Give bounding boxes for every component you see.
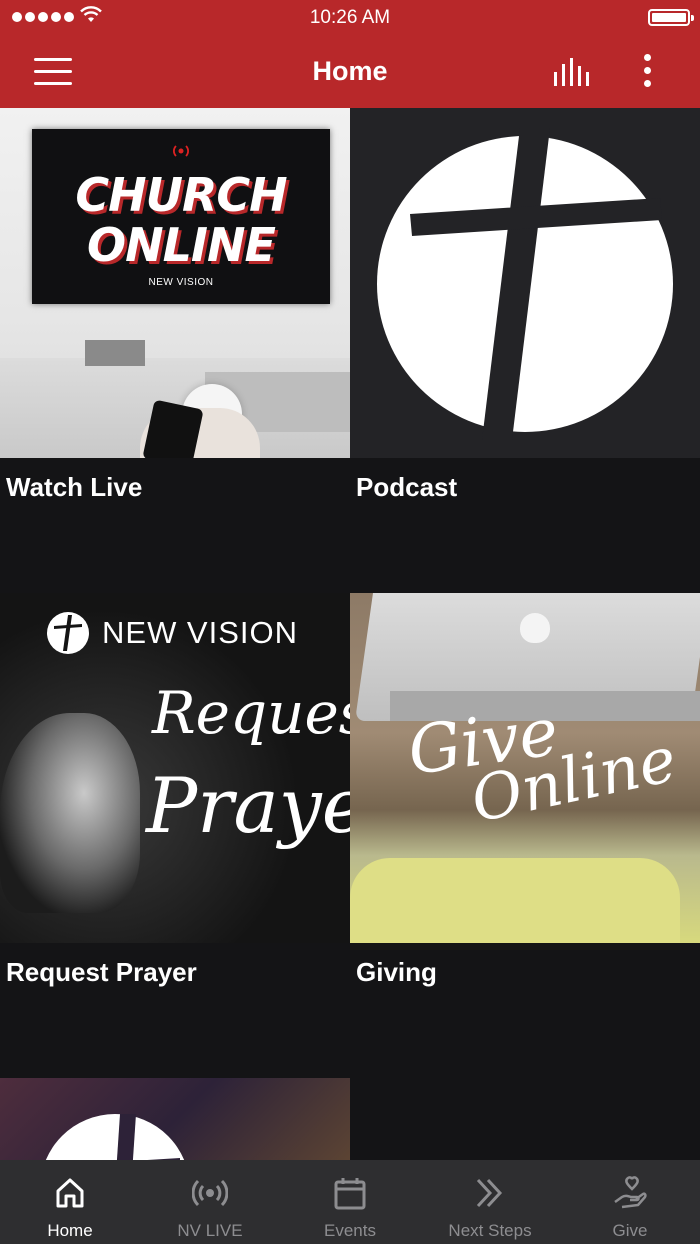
cross-logo-icon [377,128,673,440]
apple-logo-icon [520,613,550,643]
home-icon [56,1178,84,1208]
double-chevron-right-icon [476,1178,503,1208]
tile-label: Giving [356,957,437,987]
tv-title-line2: ONLINE [87,218,276,272]
tile-request-prayer[interactable]: NEW VISION Request Prayer Request Prayer [0,593,350,1078]
tab-next-steps[interactable]: Next Steps [420,1160,560,1244]
tile-podcast[interactable]: Podcast [350,108,700,593]
watch-live-image: CHURCH ONLINE NEW VISION [0,108,350,458]
tv-brand: NEW VISION [148,277,214,288]
more-vertical-icon[interactable] [638,54,656,90]
app-header: 10:26 AM Home [0,0,700,108]
tv-title-line1: CHURCH [75,168,287,222]
tab-label: Give [612,1221,648,1240]
fifth-tile-image [0,1078,350,1162]
tile-fifth[interactable] [0,1078,350,1162]
tile-watch-live[interactable]: CHURCH ONLINE NEW VISION Watch Live [0,108,350,593]
live-signal-icon [173,145,189,157]
tab-label: NV LIVE [177,1221,243,1240]
tab-give[interactable]: Give [560,1160,700,1244]
broadcast-icon [192,1179,228,1207]
page-title: Home [312,56,388,86]
tab-bar: Home NV LIVE Events Next Steps Give [0,1160,700,1244]
battery-icon [648,9,694,26]
tile-giving[interactable]: Give Online Giving [350,593,700,1078]
tile-label: Request Prayer [6,957,197,987]
brand-name: NEW VISION [102,615,299,650]
podcast-image [350,108,700,458]
tab-label: Next Steps [448,1221,532,1240]
cross-logo-icon [47,612,89,654]
praying-hands [0,713,140,913]
heart-hand-icon [614,1176,647,1209]
tab-home[interactable]: Home [0,1160,140,1244]
tab-events[interactable]: Events [280,1160,420,1244]
prayer-script-line2: Prayer [146,761,350,850]
status-bar: 10:26 AM [0,0,700,36]
status-time: 10:26 AM [309,7,391,28]
nav-bar: Home [0,36,700,108]
tile-label: Watch Live [6,472,143,502]
cross-logo-icon [40,1114,190,1162]
calendar-icon [334,1178,366,1210]
tab-label: Events [324,1221,376,1240]
request-prayer-image: NEW VISION Request Prayer [0,593,350,943]
tv-screen: CHURCH ONLINE NEW VISION [32,129,330,304]
tab-label: Home [47,1221,93,1240]
prayer-script-line1: Request [152,679,350,747]
bar-chart-icon[interactable] [552,56,592,88]
tab-nv-live[interactable]: NV LIVE [140,1160,280,1244]
tile-label: Podcast [356,472,458,502]
giving-image: Give Online [350,593,700,943]
